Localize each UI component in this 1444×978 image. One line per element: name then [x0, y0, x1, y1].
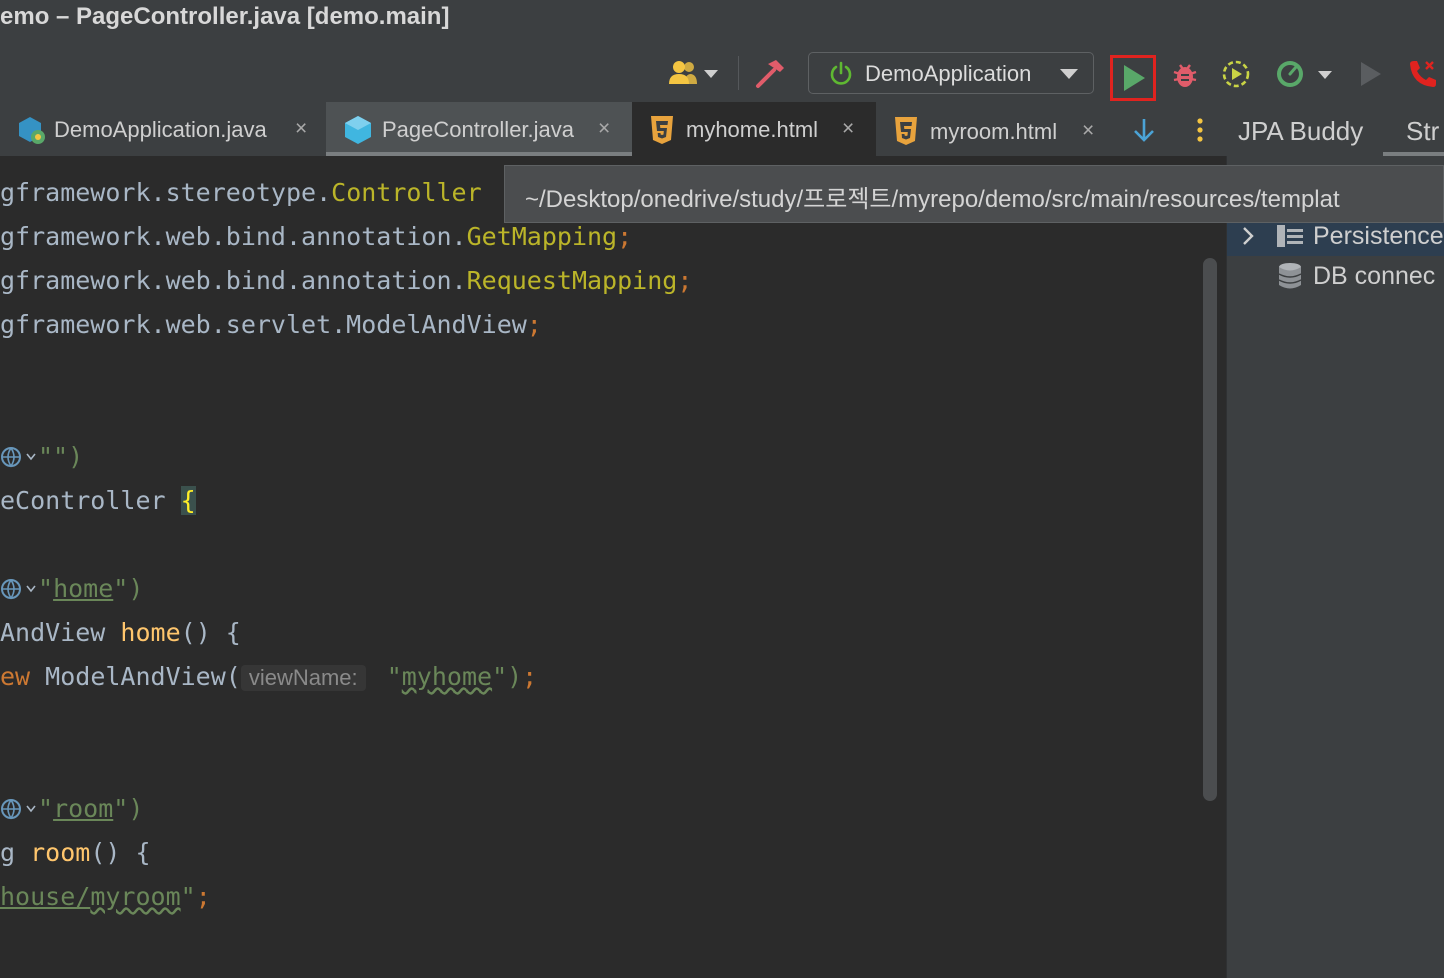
title-bar: emo – PageController.java [demo.main]: [0, 0, 1444, 38]
tab-label: myhome.html: [686, 117, 819, 142]
hammer-icon[interactable]: [754, 58, 788, 90]
run-configuration-label: DemoApplication: [865, 61, 1032, 86]
code-line: ""): [0, 442, 83, 482]
run-icon: [1124, 65, 1145, 91]
code-line: gframework.web.bind.annotation.RequestMa…: [0, 266, 693, 295]
tooltip-path: ~/Desktop/onedrive/study/프로젝트/myrepo/dem…: [525, 186, 1340, 213]
tree-item-db-connections[interactable]: DB connec: [1227, 256, 1444, 296]
database-icon: [1278, 263, 1302, 289]
window-title: emo – PageController.java [demo.main]: [0, 3, 450, 30]
persistence-panel: Persistence DB connec: [1226, 156, 1444, 978]
chevron-right-icon[interactable]: [1241, 226, 1255, 246]
tab-structure[interactable]: Str: [1406, 116, 1439, 147]
more-vertical-icon[interactable]: [1190, 116, 1210, 144]
close-icon[interactable]: ×: [842, 117, 854, 141]
phone-icon[interactable]: [1406, 58, 1444, 90]
code-line: ew ModelAndView(viewName: "myhome");: [0, 662, 538, 691]
toolbar-separator: [738, 56, 739, 90]
tab-label: myroom.html: [930, 119, 1058, 144]
code-line: gframework.web.bind.annotation.GetMappin…: [0, 222, 633, 251]
tab-myroom[interactable]: myroom.html ×: [876, 102, 1116, 156]
code-line: gframework.web.servlet.ModelAndView;: [0, 310, 542, 339]
code-line: gframework.stereotype.Controller: [0, 178, 482, 207]
file-path-tooltip: ~/Desktop/onedrive/study/프로젝트/myrepo/dem…: [504, 165, 1444, 223]
tab-myhome[interactable]: myhome.html ×: [632, 102, 876, 156]
code-line: house/myroom";: [0, 882, 211, 911]
tab-jpa-buddy[interactable]: JPA Buddy: [1238, 116, 1363, 147]
chevron-down-icon: [1059, 67, 1079, 85]
tree-item-label: Persistence: [1313, 222, 1444, 250]
tree-item-label: DB connec: [1313, 262, 1436, 290]
close-icon[interactable]: ×: [295, 117, 307, 141]
run-configuration-selector[interactable]: DemoApplication: [808, 52, 1094, 94]
code-editor[interactable]: gframework.stereotype.Controller gframew…: [0, 156, 1226, 978]
globe-icon[interactable]: [0, 442, 38, 471]
debug-icon[interactable]: [1170, 60, 1200, 90]
tab-demoapplication[interactable]: DemoApplication.java ×: [0, 102, 326, 156]
editor-tabs: DemoApplication.java × PageController.ja…: [0, 102, 1226, 156]
globe-icon[interactable]: [0, 794, 38, 823]
main-toolbar: DemoApplication: [0, 38, 1444, 103]
profiler-icon[interactable]: [1274, 58, 1338, 90]
power-icon: [829, 61, 853, 92]
java-class-icon: [19, 117, 45, 144]
html5-icon: [895, 117, 917, 145]
code-line: g room() {: [0, 838, 151, 867]
tab-label: PageController.java: [382, 117, 575, 142]
code-line: "home"): [0, 574, 143, 614]
persistence-icon: [1277, 225, 1303, 247]
right-tool-tabs: JPA Buddy Str: [1226, 102, 1444, 156]
code-line: "room"): [0, 794, 143, 834]
coverage-icon[interactable]: [1220, 58, 1252, 90]
tab-pagecontroller[interactable]: PageController.java ×: [326, 102, 632, 156]
globe-icon[interactable]: [0, 574, 38, 603]
code-line: eController {: [0, 486, 196, 515]
parameter-hint: viewName:: [240, 665, 366, 691]
run-disabled-icon: [1356, 58, 1384, 90]
users-icon[interactable]: [668, 58, 722, 88]
html5-icon: [651, 116, 673, 144]
editor-scrollbar[interactable]: [1203, 258, 1217, 801]
tab-label: DemoApplication.java: [54, 117, 267, 142]
arrow-down-icon[interactable]: [1130, 116, 1158, 144]
java-class-icon: [345, 116, 371, 144]
run-button[interactable]: [1110, 55, 1156, 101]
close-icon[interactable]: ×: [598, 117, 610, 141]
code-line: AndView home() {: [0, 618, 241, 647]
close-icon[interactable]: ×: [1082, 119, 1094, 143]
